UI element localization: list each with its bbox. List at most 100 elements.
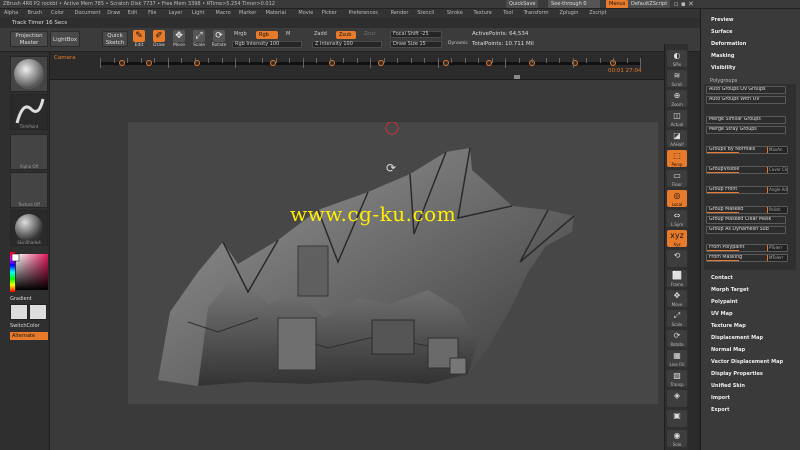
from-masking-button[interactable]: From Masking MTolerr bbox=[706, 254, 788, 262]
panel-header-contact[interactable]: Contact bbox=[711, 275, 733, 281]
menu-edit[interactable]: Edit bbox=[128, 10, 138, 16]
m-button[interactable]: M bbox=[284, 31, 292, 39]
menus-button[interactable]: Menus bbox=[606, 0, 629, 8]
shelf-18-button[interactable]: ▣ bbox=[667, 410, 687, 427]
menu-stroke[interactable]: Stroke bbox=[447, 10, 463, 16]
timeline-keyframe[interactable] bbox=[145, 60, 152, 66]
groupvisible-button[interactable]: GroupVisibleCover Clea bbox=[706, 166, 788, 174]
panel-header-uv-map[interactable]: UV Map bbox=[711, 311, 733, 317]
menu-transform[interactable]: Transform bbox=[524, 10, 549, 16]
alternate-button[interactable]: Alternate bbox=[10, 332, 48, 340]
transp-button[interactable]: ▧ Transp bbox=[667, 370, 687, 387]
merge-similar-groups-button[interactable]: Merge Similar Groups bbox=[706, 116, 786, 124]
menu-brush[interactable]: Brush bbox=[28, 10, 42, 16]
timeline[interactable]: Camera 00:01 27:04 bbox=[50, 52, 668, 80]
secondary-color-swatch[interactable] bbox=[29, 304, 47, 320]
auto-groups-ov-groups-button[interactable]: Auto Groups Ov Groups bbox=[706, 86, 786, 94]
panel-header-deformation[interactable]: Deformation bbox=[711, 41, 746, 47]
panel-header-surface[interactable]: Surface bbox=[711, 29, 733, 35]
rotate-button[interactable]: ⟳ Rotate bbox=[667, 330, 687, 347]
menu-layer[interactable]: Layer bbox=[169, 10, 183, 16]
group-as-dynamesh-sub-button[interactable]: Group As Dynamesh Sub bbox=[706, 226, 786, 234]
menu-macro[interactable]: Macro bbox=[216, 10, 231, 16]
inline-slider[interactable]: MaxAn bbox=[767, 147, 787, 153]
spix-button[interactable]: ◐ SPix bbox=[667, 50, 687, 67]
zadd-button[interactable]: Zadd bbox=[312, 31, 329, 39]
actual-button[interactable]: ◫ Actual bbox=[667, 110, 687, 127]
l-sym-button[interactable]: ⇔ L.Sym bbox=[667, 210, 687, 227]
menu-preferences[interactable]: Preferences bbox=[349, 10, 378, 16]
inline-slider[interactable]: Polish bbox=[767, 207, 787, 213]
panel-header-preview[interactable]: Preview bbox=[711, 17, 734, 23]
move-button[interactable]: ✥ Move bbox=[667, 290, 687, 307]
xyz-button[interactable]: xyz Xyz bbox=[667, 230, 687, 247]
panel-header-morph-target[interactable]: Morph Target bbox=[711, 287, 749, 293]
panel-header-visibility[interactable]: Visibility bbox=[711, 65, 736, 71]
from-polypaint-button[interactable]: From Polypaint PTolerr bbox=[706, 244, 788, 252]
panel-header-displacement-map[interactable]: Displacement Map bbox=[711, 335, 763, 341]
zsub-button[interactable]: Zsub bbox=[336, 31, 356, 39]
zcut-button[interactable]: Zcut bbox=[362, 31, 377, 39]
lightbox-button[interactable]: LightBox bbox=[50, 31, 80, 47]
color-picker[interactable] bbox=[10, 252, 48, 292]
shelf-17-button[interactable]: ◈ bbox=[667, 390, 687, 407]
projection-master-button[interactable]: Projection Master bbox=[10, 31, 48, 47]
tool-edit-button[interactable]: ✎ Edit bbox=[130, 30, 148, 50]
tool-scale-button[interactable]: ⤢ Scale bbox=[190, 30, 208, 50]
timeline-keyframe[interactable] bbox=[442, 60, 449, 66]
line-fill-button[interactable]: ▦ Line Fill bbox=[667, 350, 687, 367]
menu-material[interactable]: Material bbox=[266, 10, 286, 16]
menu-draw[interactable]: Draw bbox=[107, 10, 120, 16]
menu-texture[interactable]: Texture bbox=[474, 10, 492, 16]
tool-move-button[interactable]: ✥ Move bbox=[170, 30, 188, 50]
timeline-keyframe[interactable] bbox=[118, 60, 125, 66]
rgb-button[interactable]: Rgb bbox=[256, 31, 278, 39]
tool-thumbnail[interactable] bbox=[10, 56, 48, 92]
menu-marker[interactable]: Marker bbox=[239, 10, 256, 16]
group-masked-button[interactable]: Group Masked Polish bbox=[706, 206, 788, 214]
rgb-intensity-slider[interactable]: Rgb Intensity 100 bbox=[232, 41, 302, 48]
solo-button[interactable]: ◉ Solo bbox=[667, 430, 687, 447]
menu-tool[interactable]: Tool bbox=[503, 10, 513, 16]
group-front-button[interactable]: Group FrontAngle Additi bbox=[706, 186, 788, 194]
panel-header-unified-skin[interactable]: Unified Skin bbox=[711, 383, 745, 389]
inline-slider[interactable]: PTolerr bbox=[767, 245, 787, 251]
menu-zscript[interactable]: Zscript bbox=[589, 10, 606, 16]
scroll-button[interactable]: ≋ Scroll bbox=[667, 70, 687, 87]
groups-by-normals-button[interactable]: Groups By Normals MaxAn bbox=[706, 146, 788, 154]
floor-button[interactable]: ▭ Floor bbox=[667, 170, 687, 187]
menu-movie[interactable]: Movie bbox=[298, 10, 313, 16]
quick-sketch-button[interactable]: Quick Sketch bbox=[102, 31, 128, 47]
inline-slider[interactable]: Angle Additi bbox=[767, 187, 787, 193]
menu-picker[interactable]: Picker bbox=[322, 10, 337, 16]
menu-stencil[interactable]: Stencil bbox=[417, 10, 434, 16]
local-button[interactable]: ◎ Local bbox=[667, 190, 687, 207]
shelf-10-button[interactable]: ⟲ bbox=[667, 250, 687, 267]
menu-zplugin[interactable]: Zplugin bbox=[560, 10, 579, 16]
aahalf-button[interactable]: ◪ AAHalf bbox=[667, 130, 687, 147]
quicksave-button[interactable]: QuickSave bbox=[506, 0, 539, 8]
draw-size-slider[interactable]: Draw Size 15 bbox=[390, 41, 442, 48]
window-controls-icon[interactable]: ▫ ▪ ✕ bbox=[674, 0, 694, 8]
group-masked-clear-mask-button[interactable]: Group Masked Clear Mask bbox=[706, 216, 786, 224]
switchcolor-button[interactable]: SwitchColor bbox=[10, 323, 40, 329]
default-zscript-button[interactable]: DefaultZScript bbox=[628, 0, 671, 8]
document-area[interactable]: ⟳ bbox=[128, 121, 658, 404]
see-through-slider[interactable]: See-through 0 bbox=[548, 0, 600, 8]
panel-header-vector-displacement-map[interactable]: Vector Displacement Map bbox=[711, 359, 783, 365]
inline-slider[interactable]: MTolerr bbox=[767, 255, 787, 261]
scale-button[interactable]: ⤢ Scale bbox=[667, 310, 687, 327]
panel-header-normal-map[interactable]: Normal Map bbox=[711, 347, 745, 353]
menu-light[interactable]: Light bbox=[192, 10, 204, 16]
panel-header-display-properties[interactable]: Display Properties bbox=[711, 371, 763, 377]
timeline-scroll-handle[interactable] bbox=[514, 75, 520, 79]
menu-color[interactable]: Color bbox=[51, 10, 64, 16]
z-intensity-slider[interactable]: Z Intensity 100 bbox=[312, 41, 382, 48]
panel-header-export[interactable]: Export bbox=[711, 407, 730, 413]
panel-header-import[interactable]: Import bbox=[711, 395, 730, 401]
mrgb-button[interactable]: Mrgb bbox=[232, 31, 249, 39]
panel-header-polypaint[interactable]: Polypaint bbox=[711, 299, 738, 305]
main-color-swatch[interactable] bbox=[10, 304, 28, 320]
dynamic-button[interactable]: Dynamic bbox=[446, 41, 470, 49]
menu-alpha[interactable]: Alpha bbox=[4, 10, 18, 16]
